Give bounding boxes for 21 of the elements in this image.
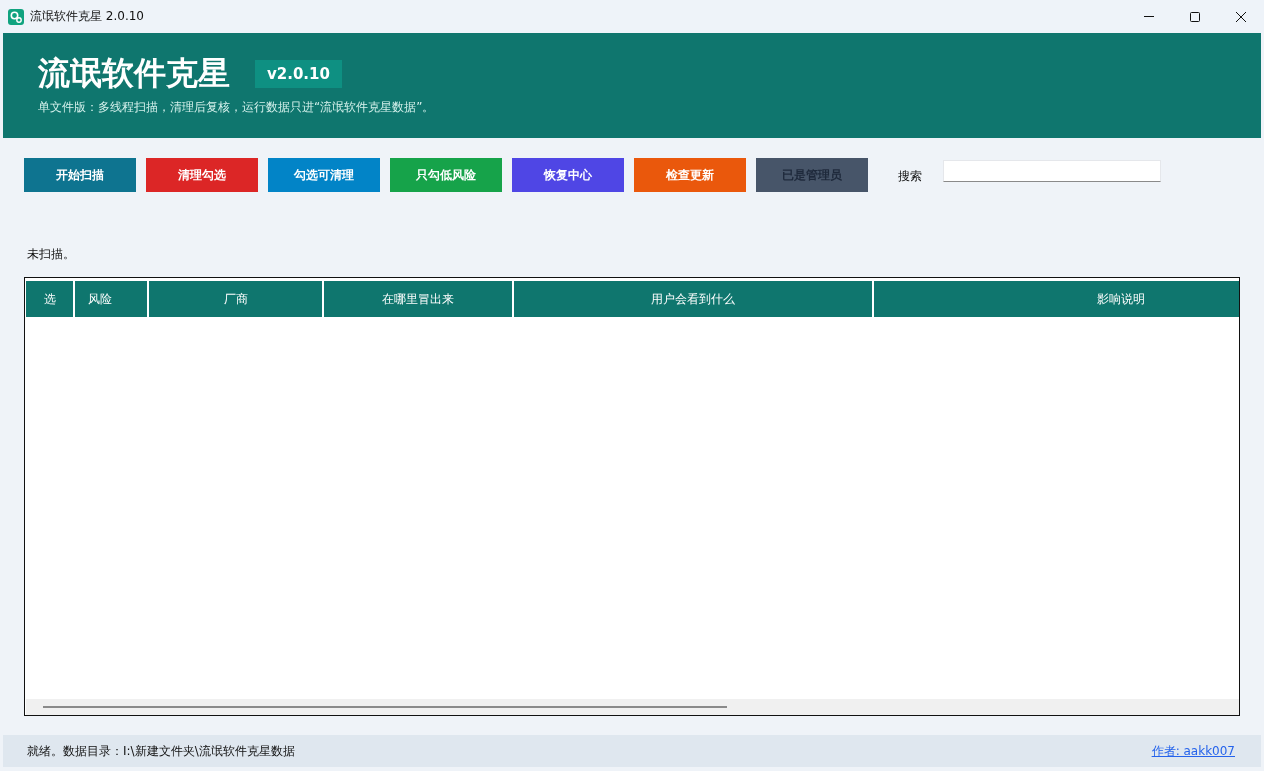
maximize-icon (1190, 11, 1200, 22)
close-icon (1236, 11, 1246, 22)
subtitle-text: 单文件版：多线程扫描，清理后复核，运行数据只进“流氓软件克星数据”。 (38, 99, 435, 116)
horizontal-scrollbar[interactable] (26, 699, 1239, 715)
minimize-icon (1144, 16, 1154, 17)
app-icon (8, 8, 24, 25)
version-label: v2.0.10 (255, 60, 342, 88)
toolbar-button[interactable]: 勾选可清理 (268, 158, 380, 192)
app-title: 流氓软件克星 (38, 53, 230, 93)
toolbar-button[interactable]: 恢复中心 (512, 158, 624, 192)
toolbar-button[interactable]: 清理勾选 (146, 158, 258, 192)
toolbar-button[interactable]: 只勾低风险 (390, 158, 502, 192)
search-field[interactable] (943, 160, 1161, 182)
toolbar-button[interactable]: 开始扫描 (24, 158, 136, 192)
status-text: 就绪。数据目录：I:\新建文件夹\流氓软件克星数据 (27, 742, 295, 760)
scan-status-text: 未扫描。 (27, 246, 75, 263)
toolbar-button[interactable]: 检查更新 (634, 158, 746, 192)
search-label: 搜索 (898, 167, 922, 185)
window-title: 流氓软件克星 2.0.10 (30, 8, 144, 25)
author-link[interactable]: 作者: aakk007 (1151, 742, 1235, 760)
scrollbar-thumb[interactable] (43, 706, 727, 708)
